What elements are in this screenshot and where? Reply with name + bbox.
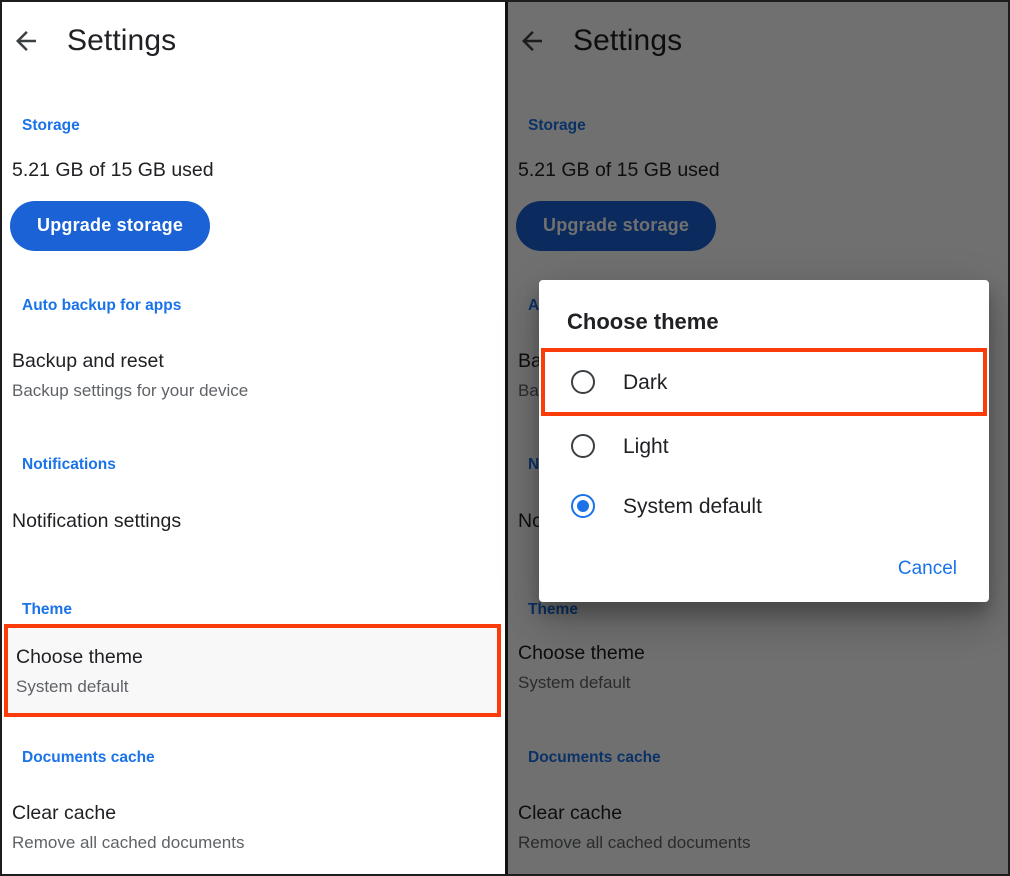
storage-usage-text: 5.21 GB of 15 GB used [518,159,720,181]
theme-option-system-default[interactable]: System default [539,476,989,536]
row-title: Choose theme [518,642,645,664]
radio-checked-icon[interactable] [571,494,595,518]
upgrade-storage-button[interactable]: Upgrade storage [516,201,717,251]
section-header-auto-backup: Auto backup for apps [22,297,182,314]
row-title: Clear cache [12,802,117,824]
row-title: Choose theme [16,646,143,668]
row-title: Notification settings [12,510,182,532]
row-subtitle: System default [518,672,631,692]
page-title: Settings [573,24,683,57]
back-arrow-icon[interactable] [510,19,554,63]
setting-row-clear-cache[interactable]: Clear cache Remove all cached documents [12,802,245,852]
cancel-button[interactable]: Cancel [890,553,965,584]
row-subtitle: System default [16,676,129,696]
section-header-documents-cache: Documents cache [528,749,661,766]
choose-theme-dialog: Choose theme Dark Light System default C… [539,280,989,602]
dialog-title: Choose theme [567,309,719,334]
setting-row-choose-theme[interactable]: Choose theme System default [518,642,645,692]
section-header-storage: Storage [528,117,586,134]
screenshot-root: Settings Storage 5.21 GB of 15 GB used U… [0,0,1010,876]
setting-row-backup-and-reset[interactable]: Backup and reset Backup settings for you… [12,350,249,400]
section-header-notifications: Notifications [22,456,116,473]
upgrade-storage-button[interactable]: Upgrade storage [10,201,211,251]
storage-usage-text: 5.21 GB of 15 GB used [12,159,214,181]
page-title: Settings [67,24,177,57]
theme-option-dark[interactable]: Dark [541,348,987,416]
upgrade-storage-wrapper: Upgrade storage [10,201,211,251]
upgrade-storage-wrapper: Upgrade storage [516,201,717,251]
radio-unchecked-icon[interactable] [571,434,595,458]
dialog-action-bar: Cancel [890,553,965,584]
theme-option-label: Dark [623,370,668,394]
theme-option-label: Light [623,434,669,458]
settings-screen-before: Settings Storage 5.21 GB of 15 GB used U… [2,2,505,874]
section-header-theme: Theme [22,601,72,618]
row-subtitle: Backup settings for your device [12,380,249,400]
radio-unchecked-icon[interactable] [571,370,595,394]
setting-row-notification-settings[interactable]: Notification settings [12,510,182,532]
theme-option-light[interactable]: Light [539,416,989,476]
setting-row-choose-theme-highlighted[interactable]: Choose theme System default [4,624,501,717]
theme-options-list: Dark Light System default [539,348,989,536]
row-subtitle: Remove all cached documents [518,832,751,852]
setting-row-clear-cache[interactable]: Clear cache Remove all cached documents [518,802,751,852]
row-subtitle: Remove all cached documents [12,832,245,852]
app-bar: Settings [2,2,505,80]
section-header-theme: Theme [528,601,578,618]
theme-option-label: System default [623,494,762,518]
section-header-storage: Storage [22,117,80,134]
back-arrow-icon[interactable] [4,19,48,63]
row-title: Clear cache [518,802,623,824]
section-header-documents-cache: Documents cache [22,749,155,766]
row-title: Backup and reset [12,350,164,372]
app-bar: Settings [508,2,1008,80]
